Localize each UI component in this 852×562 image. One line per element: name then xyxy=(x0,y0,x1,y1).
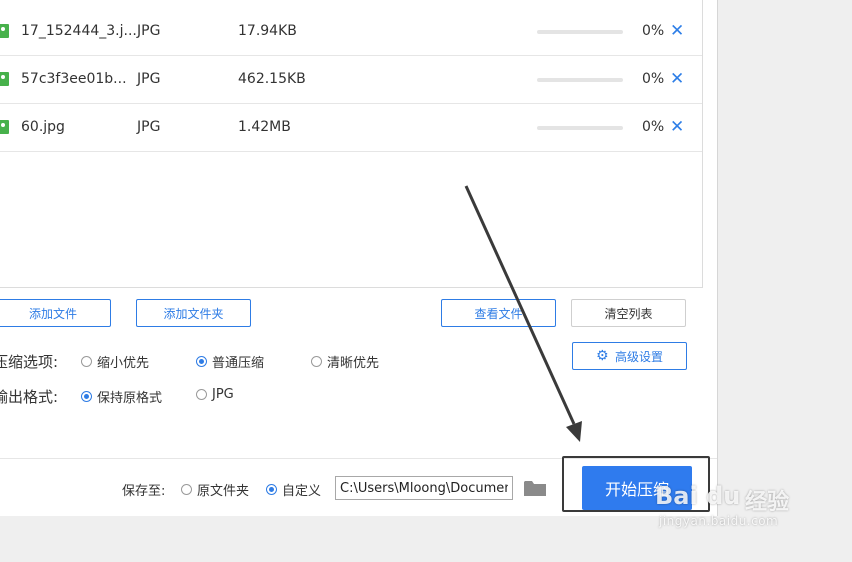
annotation-arrow xyxy=(464,185,582,442)
start-compress-button[interactable]: 开始压缩 xyxy=(582,466,692,510)
